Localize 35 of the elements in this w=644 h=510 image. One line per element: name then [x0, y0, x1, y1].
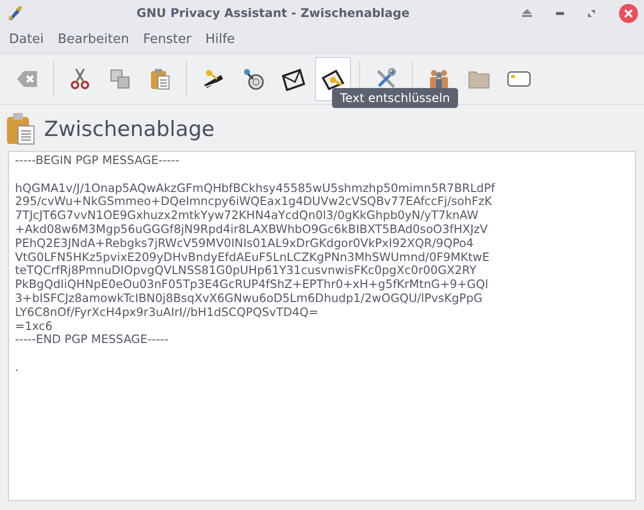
text-line: -----BEGIN PGP MESSAGE----- — [15, 154, 180, 168]
text-line: -----END PGP MESSAGE----- — [15, 333, 168, 348]
copy-icon — [108, 67, 132, 91]
shade-icon[interactable] — [522, 9, 532, 17]
text-line: hQGMA1v/J/1Onap5AQwAkzGFmQHbfBCkhsy45585wU5shmzhp50mimn5R7BRLdPf — [15, 182, 495, 196]
people-icon — [427, 67, 451, 91]
tooltip: Text entschlüsseln — [332, 88, 458, 108]
window-title: GNU Privacy Assistant - Zwischenablage — [136, 6, 410, 20]
text-line: 7TJcJT6G7vvN1OE9Gxhuzx2mtkYyw72KHN4aYcdQn0l3/0gKkGhpb0yN/yT7knAW — [15, 209, 478, 223]
minimize-icon[interactable] — [556, 12, 564, 14]
menu-item[interactable]: Datei — [9, 32, 44, 47]
text-line: VtG0LFN5HKz5pvixE209yDHvBndyEfdAEuF5LnLCZKgPNn3MhSWUmnd/0F9MKtwE — [15, 250, 490, 264]
menu-item[interactable]: Fenster — [143, 32, 192, 47]
text-line: 3+bISFCJz8amowkTcIBN0j8BsqXvX6GNwu6oD5Lm6Dhudp1/2wOGQU/lPvsKgPpG — [15, 292, 482, 306]
text-line: =1xc6 — [15, 320, 52, 334]
maximize-icon[interactable] — [588, 10, 595, 16]
text-line: LY6C8nOf/FyrXcH4px9r3uAIrI//bH1dSCQPQSvTD4Q= — [15, 306, 318, 320]
text-line: PkBgQdIiQHNpE0eOu03nF05Tp3E4GcRUP4fShZ+EPThr0+xH+g5fKrMtnG+9+GQl — [15, 278, 488, 292]
text-line: +Akd08w6M3Mgp56uGGGf8jN9Rpd4ir8LAXBWhbO9Gc6kBIBXT5BAd0soO3fHXJzV — [15, 222, 488, 237]
clipboard-icon — [148, 67, 172, 91]
text-line: teTQCrfRj8PmnuDIOpvgQVLNSS81G0pUHp61Y31cusvnwisFKc0pgXc0r00GX2RY — [15, 264, 476, 278]
envelope-icon — [281, 67, 305, 91]
app-icon — [6, 4, 24, 22]
key-seal-icon — [241, 67, 265, 91]
tools-icon — [374, 67, 398, 91]
text-line: . — [15, 360, 19, 375]
scissors-icon — [68, 67, 92, 91]
page-heading: Zwischenablage — [44, 117, 215, 141]
text-editor[interactable] — [8, 151, 636, 501]
close-icon[interactable] — [619, 4, 638, 22]
menu-item[interactable]: Bearbeiten — [58, 32, 130, 47]
clipboard-icon — [6, 113, 36, 145]
text-line: PEhQ2E3JNdA+Rebgks7jRWcV59MV0INIs01AL9xDrGKdgor0VkPxI92XQR/9QPo4 — [15, 236, 474, 251]
menu-item[interactable]: Hilfe — [205, 32, 235, 47]
text-line: 295/cvWu+NkGSmmeo+DQeImncpy6iWQEax1g4DUVw2cVSQBv77EAfccFj/sohFzK — [15, 195, 492, 210]
